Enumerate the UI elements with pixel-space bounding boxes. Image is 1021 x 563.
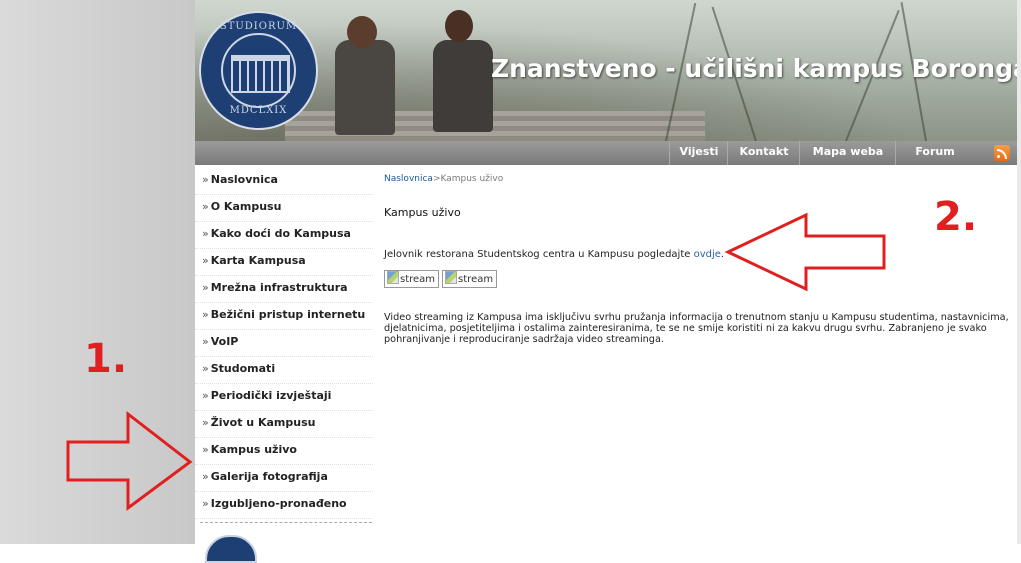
chevron-right-icon: » — [202, 200, 209, 213]
sidebar-navigation: » Naslovnica » O Kampusu » Kako doći do Kam… — [195, 168, 373, 519]
sidebar-item-label: VoIP — [210, 335, 239, 348]
topnav-kontakt-link[interactable]: Kontakt — [727, 141, 800, 165]
page-title: Kampus uživo — [384, 206, 461, 219]
sidebar-item-label: Galerija fotografija — [210, 470, 328, 483]
sidebar-item-periodicki-izvjestaji[interactable]: » Periodički izvještaji — [195, 384, 373, 411]
sidebar-item-bezicni-pristup[interactable]: » Bežični pristup internetu — [195, 303, 373, 330]
sidebar-item-label: Kampus uživo — [210, 443, 297, 456]
menu-notice: Jelovnik restorana Studentskog centra u … — [384, 249, 724, 260]
seal-building-icon — [231, 55, 290, 93]
sidebar-partner-logo[interactable] — [205, 535, 257, 563]
chevron-right-icon: » — [202, 389, 209, 402]
sidebar-item-label: Naslovnica — [210, 173, 278, 186]
chevron-right-icon: » — [202, 173, 209, 186]
sidebar-item-label: Bežični pristup internetu — [210, 308, 366, 321]
chevron-right-icon: » — [202, 308, 209, 321]
sidebar-item-kako-doci[interactable]: » Kako doći do Kampusa — [195, 222, 373, 249]
topnav-forum-link[interactable]: Forum — [895, 141, 974, 165]
breadcrumb-home-link[interactable]: Naslovnica — [384, 174, 433, 184]
banner-head-left — [347, 16, 377, 48]
sidebar-item-label: Studomati — [210, 362, 276, 375]
breadcrumb: Naslovnica>Kampus uživo — [384, 174, 503, 184]
menu-notice-text: Jelovnik restorana Studentskog centra u … — [384, 249, 694, 260]
sidebar-item-naslovnica[interactable]: » Naslovnica — [195, 168, 373, 195]
broken-image-icon — [445, 271, 458, 284]
topnav-mapa-weba-link[interactable]: Mapa weba — [799, 141, 896, 165]
chevron-right-icon: » — [202, 227, 209, 240]
banner-person-left — [335, 40, 395, 135]
annotation-label-1: 1. — [84, 336, 128, 382]
sidebar-item-label: Periodički izvještaji — [210, 389, 332, 402]
sidebar-item-voip[interactable]: » VoIP — [195, 330, 373, 357]
chevron-right-icon: » — [202, 362, 209, 375]
sidebar-item-izgubljeno-pronadeno[interactable]: » Izgubljeno-pronađeno — [195, 492, 373, 519]
site-title: Znanstveno - učilišni kampus Borongaj — [491, 54, 1017, 83]
stream-image-1[interactable]: stream — [384, 270, 440, 288]
sidebar-item-kampus-uzivo[interactable]: » Kampus uživo — [195, 438, 373, 465]
chevron-right-icon: » — [202, 335, 209, 348]
streaming-disclaimer: Video streaming iz Kampusa ima isključiv… — [384, 312, 1009, 345]
menu-ovdje-link[interactable]: ovdje — [694, 249, 721, 260]
banner-head-right — [445, 10, 473, 42]
stream-image-alt: stream — [400, 274, 436, 285]
sidebar-item-mrezna-infrastruktura[interactable]: » Mrežna infrastruktura — [195, 276, 373, 303]
annotation-arrow-1 — [66, 410, 193, 511]
sidebar-item-label: Karta Kampusa — [210, 254, 306, 267]
university-seal-logo[interactable]: STUDIORUM MDCLXIX — [199, 11, 318, 130]
chevron-right-icon: » — [202, 254, 209, 267]
banner-person-right — [433, 40, 493, 132]
sidebar-item-label: Izgubljeno-pronađeno — [210, 497, 347, 510]
seal-text-top: STUDIORUM — [219, 21, 298, 32]
breadcrumb-current: Kampus uživo — [440, 174, 504, 184]
annotation-label-2: 2. — [934, 194, 978, 240]
sidebar-item-label: Kako doći do Kampusa — [210, 227, 351, 240]
sidebar-item-zivot-u-kampusu[interactable]: » Život u Kampusu — [195, 411, 373, 438]
sidebar-item-o-kampusu[interactable]: » O Kampusu — [195, 195, 373, 222]
seal-text-bottom: MDCLXIX — [229, 105, 288, 116]
rss-icon[interactable] — [994, 145, 1010, 161]
sidebar-item-karta-kampusa[interactable]: » Karta Kampusa — [195, 249, 373, 276]
topnav-vijesti-link[interactable]: Vijesti — [669, 141, 728, 165]
chevron-right-icon: » — [202, 281, 209, 294]
sidebar-item-label: Život u Kampusu — [210, 416, 316, 429]
header-banner: STUDIORUM MDCLXIX Znanstveno - učilišni … — [195, 0, 1017, 141]
sidebar-item-label: Mrežna infrastruktura — [210, 281, 348, 294]
sidebar-item-galerija-fotografija[interactable]: » Galerija fotografija — [195, 465, 373, 492]
page-right-background — [1017, 0, 1021, 544]
stream-image-2[interactable]: stream — [442, 270, 498, 288]
sidebar-divider — [200, 522, 372, 523]
annotation-arrow-2 — [724, 212, 886, 292]
top-navigation: Vijesti Kontakt Mapa weba Forum — [195, 141, 1017, 165]
stream-image-row: stream stream — [384, 270, 500, 289]
stream-image-alt: stream — [458, 274, 494, 285]
broken-image-icon — [387, 271, 399, 284]
sidebar-item-studomati[interactable]: » Studomati — [195, 357, 373, 384]
sidebar-item-label: O Kampusu — [210, 200, 282, 213]
